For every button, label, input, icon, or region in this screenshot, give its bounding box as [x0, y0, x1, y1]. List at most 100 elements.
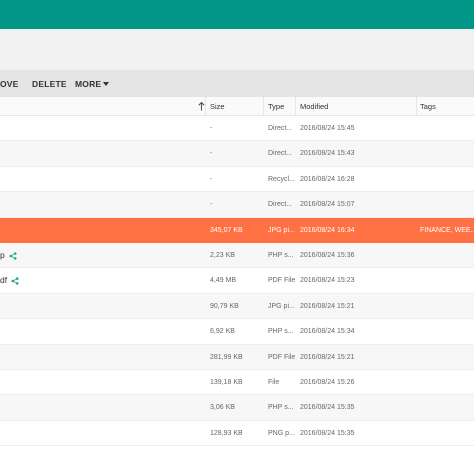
file-name-text: df	[0, 275, 8, 286]
file-row[interactable]: df 4,49 MB PDF File 2016/08/24 15:23	[0, 268, 474, 294]
file-name-text: p	[0, 249, 5, 260]
file-toolbar: OVE DELETE MORE	[0, 70, 474, 97]
column-divider	[205, 97, 206, 116]
file-modified-text: 2016/08/24 16:34	[300, 226, 355, 234]
file-table-header: Size Type Modified Tags	[0, 97, 474, 116]
more-button[interactable]: MORE	[75, 79, 110, 89]
file-modified: 2016/08/24 15:45	[300, 116, 412, 141]
file-type: Recycl...	[268, 167, 295, 192]
file-size: 128,93 KB	[210, 421, 262, 446]
file-size: -	[210, 192, 262, 217]
file-tags: FINANCE, WEE...	[420, 218, 474, 243]
column-divider	[416, 97, 417, 116]
file-row[interactable]: 128,93 KB PNG p... 2016/08/24 15:35	[0, 420, 474, 447]
column-header-tags[interactable]: Tags	[420, 97, 436, 116]
file-modified: 2016/08/24 15:21	[300, 294, 412, 319]
file-type-text: PHP s...	[268, 404, 294, 412]
column-header-type[interactable]: Type	[268, 97, 284, 116]
file-modified: 2016/08/24 15:35	[300, 395, 412, 420]
file-type: PHP s...	[268, 319, 295, 344]
file-size-text: -	[210, 150, 213, 158]
delete-button[interactable]: DELETE	[32, 79, 67, 89]
file-row[interactable]: 3,06 KB PHP s... 2016/08/24 15:35	[0, 395, 474, 421]
file-size: -	[210, 167, 262, 192]
share-icon[interactable]	[9, 252, 17, 260]
file-type: File	[268, 370, 295, 395]
file-modified: 2016/08/24 15:35	[300, 421, 412, 446]
file-modified: 2016/08/24 15:23	[300, 268, 412, 293]
file-row[interactable]: 345,07 KB JPG pi... 2016/08/24 16:34 FINANC…	[0, 217, 474, 243]
file-modified: 2016/08/24 15:26	[300, 370, 412, 395]
file-row[interactable]: - Direct... 2016/08/24 15:43	[0, 141, 474, 167]
file-type-text: JPG pi...	[268, 302, 295, 310]
file-tags-text: FINANCE, WEE...	[420, 226, 474, 234]
file-row[interactable]: 281,99 KB PDF File 2016/08/24 15:21	[0, 344, 474, 370]
file-modified-text: 2016/08/24 15:35	[300, 429, 355, 437]
caret-down-icon	[103, 82, 110, 86]
file-size-text: 90,79 KB	[210, 302, 239, 310]
file-type-text: Direct...	[268, 150, 293, 158]
file-type: JPG pi...	[268, 218, 295, 243]
sort-arrow-icon[interactable]	[198, 102, 205, 111]
file-row[interactable]: 90,79 KB JPG pi... 2016/08/24 15:21	[0, 293, 474, 320]
file-type-text: PHP s...	[268, 328, 294, 336]
column-header-modified[interactable]: Modified	[300, 97, 328, 116]
file-modified-text: 2016/08/24 15:26	[300, 378, 355, 386]
file-tags	[420, 116, 474, 141]
file-tags	[420, 243, 474, 268]
move-button[interactable]: OVE	[0, 79, 19, 89]
file-size: 2,23 KB	[210, 243, 262, 268]
file-modified: 2016/08/24 15:43	[300, 141, 412, 166]
file-type: Direct...	[268, 141, 295, 166]
file-type-text: PDF File	[268, 353, 295, 361]
file-modified: 2016/08/24 15:07	[300, 192, 412, 217]
file-size: 6,92 KB	[210, 319, 262, 344]
file-row[interactable]: - Recycl... 2016/08/24 16:28	[0, 166, 474, 193]
file-modified-text: 2016/08/24 15:45	[300, 125, 355, 132]
file-type: JPG pi...	[268, 294, 295, 319]
file-size-text: 139,18 KB	[210, 378, 243, 386]
file-size-text: 281,99 KB	[210, 353, 243, 361]
app-header-bar	[0, 0, 474, 29]
file-row[interactable]: - Direct... 2016/08/24 15:45	[0, 116, 474, 142]
file-modified-text: 2016/08/24 15:34	[300, 328, 355, 336]
file-size: 90,79 KB	[210, 294, 262, 319]
file-tags	[420, 192, 474, 217]
file-name: p	[0, 243, 17, 268]
file-tags	[420, 141, 474, 166]
file-modified-text: 2016/08/24 15:07	[300, 201, 355, 209]
file-modified-text: 2016/08/24 15:36	[300, 251, 355, 259]
file-size-text: 3,06 KB	[210, 404, 235, 412]
more-label: MORE	[75, 79, 102, 89]
file-tags	[420, 395, 474, 420]
file-modified-text: 2016/08/24 15:23	[300, 277, 355, 285]
file-size-text: 345,07 KB	[210, 226, 243, 234]
share-icon[interactable]	[11, 277, 19, 285]
file-modified: 2016/08/24 15:21	[300, 345, 412, 370]
file-type-text: JPG pi...	[268, 226, 295, 234]
file-modified-text: 2016/08/24 15:21	[300, 302, 355, 310]
file-type-text: PHP s...	[268, 251, 294, 259]
column-header-size[interactable]: Size	[210, 97, 225, 116]
file-row[interactable]: p 2,23 KB PHP s... 2016/08/24 15:36	[0, 242, 474, 269]
file-tags	[420, 319, 474, 344]
file-row[interactable]: 6,92 KB PHP s... 2016/08/24 15:34	[0, 319, 474, 345]
file-modified: 2016/08/24 15:36	[300, 243, 412, 268]
file-type: PHP s...	[268, 243, 295, 268]
file-modified: 2016/08/24 15:34	[300, 319, 412, 344]
file-type: Direct...	[268, 116, 295, 141]
file-size: 139,18 KB	[210, 370, 262, 395]
file-size: -	[210, 116, 262, 141]
file-size-text: -	[210, 175, 213, 183]
file-type-text: PDF File	[268, 277, 295, 285]
file-tags	[420, 370, 474, 395]
file-size: 281,99 KB	[210, 345, 262, 370]
file-tags	[420, 167, 474, 192]
file-type-text: PNG p...	[268, 429, 295, 437]
file-type-text: Direct...	[268, 201, 293, 209]
file-modified-text: 2016/08/24 15:21	[300, 353, 355, 361]
file-tags	[420, 268, 474, 293]
file-row[interactable]: 139,18 KB File 2016/08/24 15:26	[0, 369, 474, 396]
file-size: -	[210, 141, 262, 166]
file-row[interactable]: - Direct... 2016/08/24 15:07	[0, 192, 474, 218]
